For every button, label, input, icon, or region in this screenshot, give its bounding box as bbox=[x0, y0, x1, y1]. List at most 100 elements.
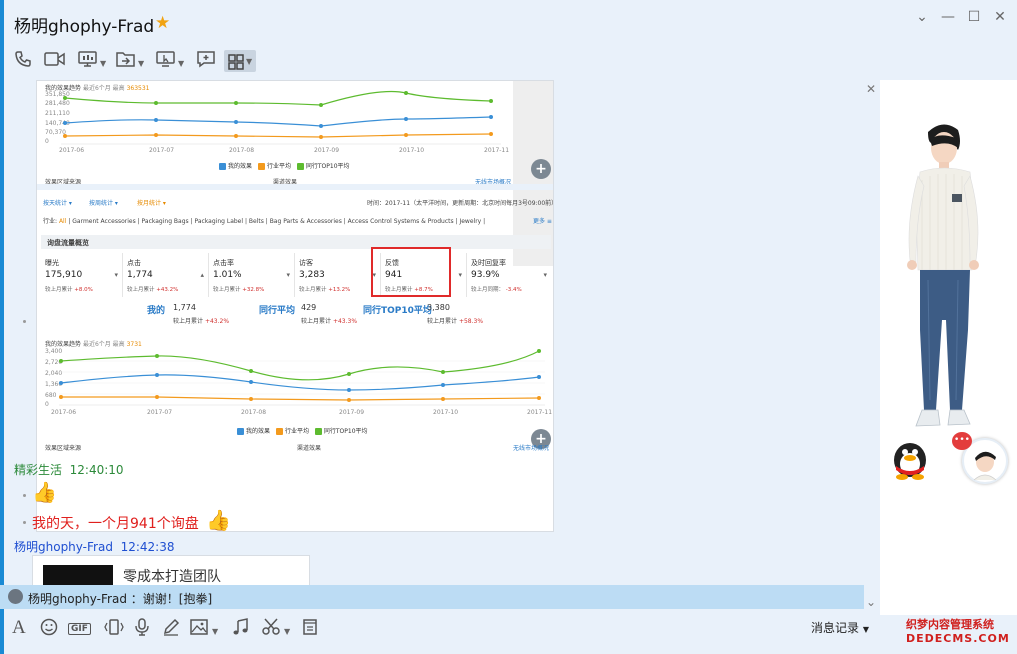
star-icon[interactable]: ★ bbox=[155, 13, 170, 33]
top-tick-x: 2017-09 bbox=[314, 147, 340, 154]
shake-icon[interactable] bbox=[104, 618, 124, 641]
top-tick-x: 2017-11 bbox=[484, 147, 510, 154]
tick-x: 2017-10 bbox=[433, 409, 459, 416]
section-header: 询盘流量概览 bbox=[41, 235, 551, 249]
trend-chart bbox=[59, 349, 545, 406]
music-icon[interactable] bbox=[232, 618, 250, 641]
metric-ctr: 点击率 1.01% ▾ 较上月累计 +32.8% bbox=[209, 253, 295, 297]
pen-icon[interactable] bbox=[162, 618, 180, 641]
message-bullet bbox=[23, 521, 26, 524]
footer-left: 效果区域来源 bbox=[45, 445, 82, 452]
close-button[interactable]: ✕ bbox=[990, 7, 1010, 27]
tab-by-month: 按月统计 ▾ bbox=[137, 200, 166, 207]
emoji-icon[interactable] bbox=[40, 618, 58, 641]
microphone-icon[interactable] bbox=[134, 618, 150, 641]
expand-icon[interactable]: ⌄ bbox=[866, 595, 876, 609]
chat-message-area[interactable]: + 我的效果趋势 最近6个月 最高 363531 351,850 281,480… bbox=[0, 80, 880, 585]
watermark-text: 织梦内容管理系统 bbox=[906, 618, 994, 631]
top-tick-x: 2017-08 bbox=[229, 147, 255, 154]
compare-avg-delta: 较上月累计 +43.3% bbox=[301, 318, 358, 325]
chat-toolbar: ▼ ▼ ▼ ▼ bbox=[0, 46, 880, 76]
compare-mine-delta: 较上月累计 +43.2% bbox=[173, 318, 230, 325]
card-thumbnail bbox=[43, 565, 113, 585]
message-time: 12:40:10 bbox=[69, 463, 124, 477]
feedback-highlight-box bbox=[371, 247, 451, 297]
scissors-icon[interactable]: ▼ bbox=[262, 618, 290, 642]
footer-right: 无线市场概况 bbox=[513, 445, 550, 452]
top-tick-y: 0 bbox=[45, 138, 49, 145]
collapse-panel-icon[interactable]: ✕ bbox=[866, 82, 876, 96]
compare-top10-delta: 较上月累计 +58.3% bbox=[427, 318, 484, 325]
compare-top10-label: 同行TOP10平均 bbox=[363, 306, 432, 316]
avatar-face-icon bbox=[973, 451, 997, 481]
top-chart-markers bbox=[63, 91, 493, 139]
trend-chart-legend: 我的效果 行业平均 同行TOP10平均 bbox=[237, 426, 368, 435]
compare-mine-value: 1,774 bbox=[173, 303, 196, 312]
metric-visitors: 访客 3,283 ▾ 较上月累计 +13.2% bbox=[295, 253, 381, 297]
title-bar: 杨明ghophy-Frad ★ ⌄ — ☐ ✕ bbox=[0, 0, 1017, 44]
latest-message-text: 杨明ghophy-Frad ：谢谢！[抱拳] bbox=[28, 592, 213, 606]
top-chart-legend: 我的效果 行业平均 同行TOP10平均 bbox=[219, 161, 350, 170]
industry-row: 行业: All | Garment Accessories | Packagin… bbox=[43, 218, 486, 225]
qq-penguin-icon[interactable] bbox=[888, 438, 932, 480]
show-panel: ••• bbox=[880, 80, 1017, 615]
tick-x: 2017-07 bbox=[147, 409, 173, 416]
thumbs-up-emoji: 👍 bbox=[206, 508, 231, 532]
avatar bbox=[8, 589, 23, 604]
top-tick-x: 2017-10 bbox=[399, 147, 425, 154]
video-call-icon[interactable] bbox=[44, 50, 66, 72]
app-grid-icon[interactable]: ▼ bbox=[224, 50, 257, 72]
message-bullet bbox=[23, 320, 26, 323]
watermark-domain: DEDECMS.COM bbox=[906, 632, 1010, 645]
metric-exposure: 曝光 175,910 ▾ 较上月累计 +8.0% bbox=[41, 253, 123, 297]
message-time: 12:42:38 bbox=[120, 540, 175, 554]
send-file-icon[interactable]: ▼ bbox=[116, 50, 144, 72]
message-header: 杨明ghophy-Frad 12:42:38 bbox=[14, 538, 175, 555]
chat-title: 杨明ghophy-Frad bbox=[14, 17, 155, 37]
sender-name[interactable]: 精彩生活 bbox=[14, 463, 62, 477]
font-icon[interactable]: A bbox=[12, 618, 26, 638]
top-trend-chart bbox=[61, 90, 501, 145]
message-text: 我的天，一个月941个询盘 bbox=[32, 516, 199, 532]
tick-x: 2017-08 bbox=[241, 409, 267, 416]
footer-mid: 渠道效果 bbox=[297, 445, 322, 452]
time-label: 时间：2017-11（太平洋时间，更新周期：北京时间每月3号09:00前） bbox=[367, 200, 554, 207]
avatar-figure bbox=[907, 124, 979, 427]
image-icon[interactable]: ▼ bbox=[190, 618, 218, 642]
tick-y: 0 bbox=[45, 401, 49, 408]
gif-icon[interactable]: GIF bbox=[68, 618, 91, 639]
compare-top10-value: 3,380 bbox=[427, 303, 450, 312]
metrics-row: 曝光 175,910 ▾ 较上月累计 +8.0% 点击 1,774 ▴ 较上月累计 +4… bbox=[41, 253, 551, 297]
maximize-button[interactable]: ☐ bbox=[964, 7, 984, 27]
card-title: 零成本打造团队 bbox=[123, 569, 221, 585]
metric-clicks: 点击 1,774 ▴ 较上月累计 +43.2% bbox=[123, 253, 209, 297]
thumbs-up-emoji: 👍 bbox=[32, 480, 57, 504]
tab-by-day: 按天统计 ▾ bbox=[43, 200, 72, 207]
tick-y: 680 bbox=[45, 392, 57, 399]
more-link: 更多 ≡ bbox=[533, 218, 552, 225]
top-tick-x: 2017-07 bbox=[149, 147, 175, 154]
chevron-down-icon[interactable]: ⌄ bbox=[912, 7, 932, 27]
message-history-button[interactable]: 消息记录 ▼ bbox=[811, 619, 869, 636]
message-bullet bbox=[23, 494, 26, 497]
phone-icon[interactable] bbox=[14, 50, 32, 72]
tick-x: 2017-09 bbox=[339, 409, 365, 416]
input-toolbar: A GIF ▼ ▼ bbox=[0, 612, 880, 644]
image-divider bbox=[37, 184, 553, 190]
tab-by-week: 按周统计 ▾ bbox=[89, 200, 118, 207]
zoom-in-icon[interactable]: + bbox=[531, 159, 551, 179]
compare-avg-value: 429 bbox=[301, 303, 317, 312]
screen-share-icon[interactable]: ▼ bbox=[78, 50, 106, 72]
message-header: 精彩生活 12:40:10 bbox=[14, 461, 124, 478]
document-icon[interactable] bbox=[302, 618, 318, 641]
chat-bubble-icon[interactable]: ••• bbox=[952, 432, 972, 450]
shared-link-card[interactable]: 零成本打造团队 bbox=[32, 555, 310, 585]
top-tick-x: 2017-06 bbox=[59, 147, 85, 154]
latest-message-bar[interactable]: 杨明ghophy-Frad ：谢谢！[抱拳] bbox=[0, 585, 864, 609]
remote-assist-icon[interactable]: ▼ bbox=[156, 50, 184, 72]
compare-mine-label: 我的 bbox=[147, 306, 166, 316]
metric-reply-rate: 及时回复率 93.9% ▾ 较上月同期： -3.4% bbox=[471, 259, 547, 293]
message-add-icon[interactable] bbox=[196, 50, 216, 72]
sender-name[interactable]: 杨明ghophy-Frad bbox=[14, 540, 113, 554]
minimize-button[interactable]: — bbox=[938, 7, 958, 27]
